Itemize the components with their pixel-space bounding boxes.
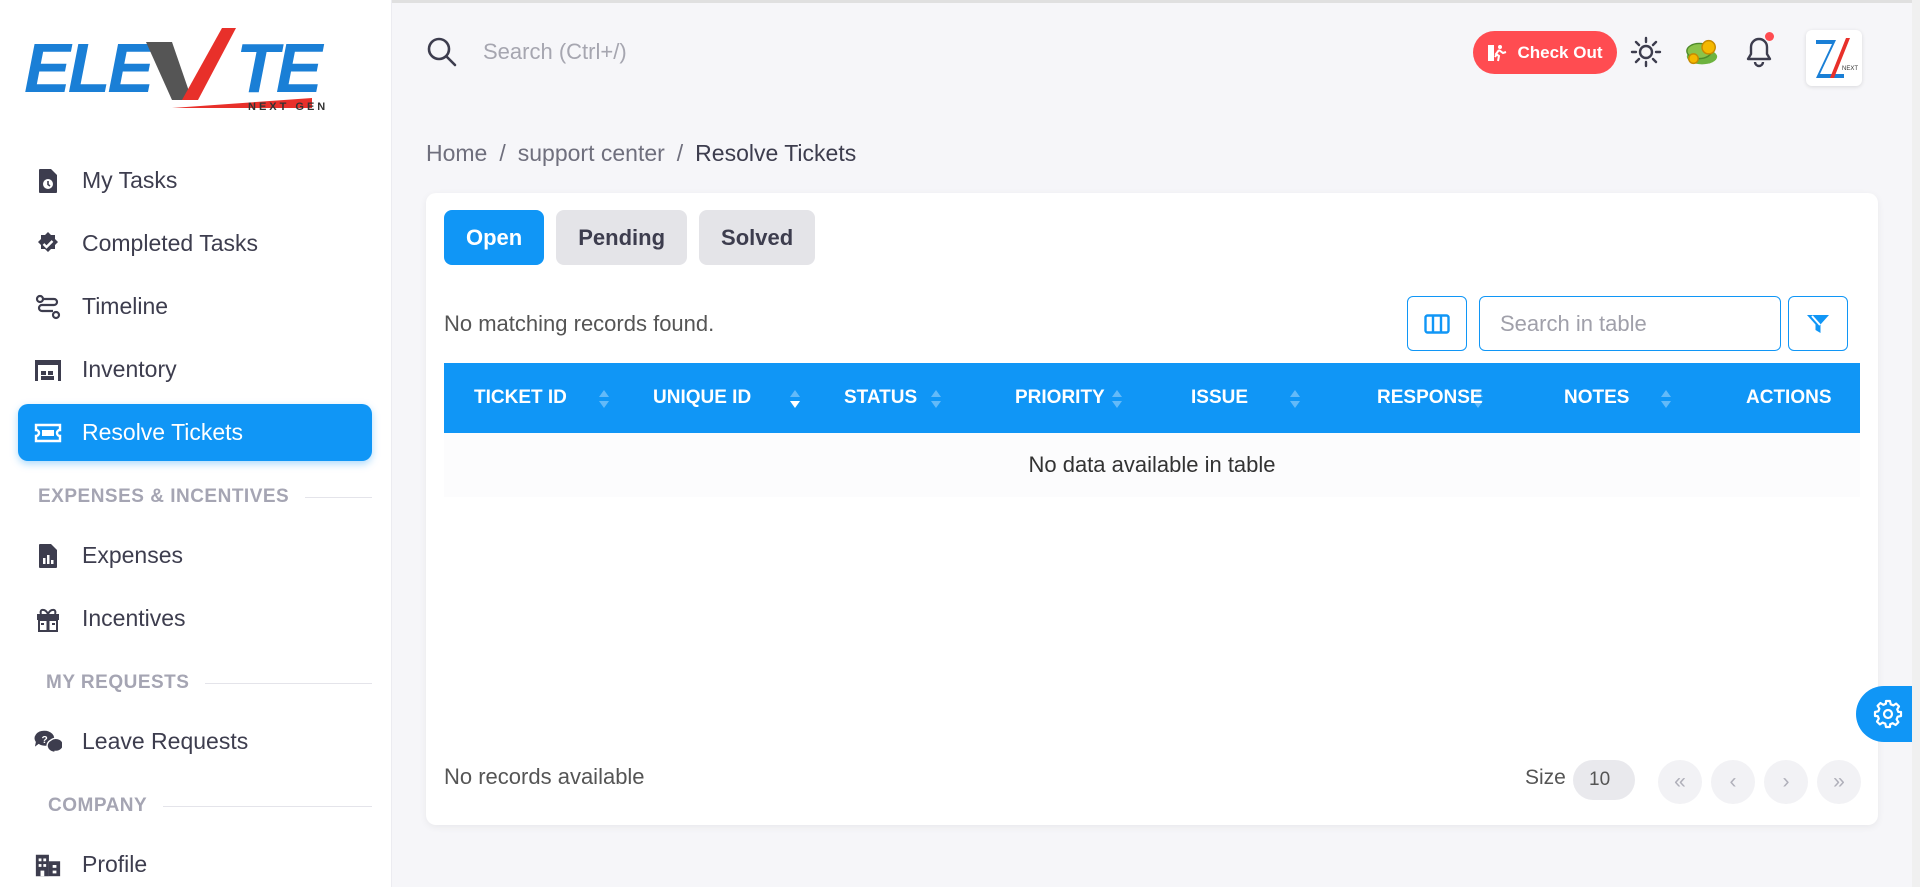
sidebar-item-label: Expenses xyxy=(82,542,184,568)
sort-icon[interactable] xyxy=(1111,389,1123,414)
sidebar-item-timeline[interactable]: Timeline xyxy=(18,278,372,335)
gear-icon xyxy=(1873,699,1903,729)
svg-text:ELE: ELE xyxy=(24,29,156,107)
table-search-input[interactable] xyxy=(1479,296,1781,351)
no-data-row: No data available in table xyxy=(444,433,1860,497)
footer-records-text: No records available xyxy=(444,764,645,789)
gift-icon xyxy=(34,605,62,633)
svg-text:TE: TE xyxy=(236,29,325,107)
sidebar-item-expenses[interactable]: Expenses xyxy=(18,527,372,584)
warehouse-icon xyxy=(34,356,62,384)
page-size-label: Size xyxy=(1525,766,1566,789)
sun-icon[interactable] xyxy=(1628,34,1664,70)
column-toggle-button[interactable] xyxy=(1407,296,1467,351)
tab-pending[interactable]: Pending xyxy=(556,210,688,265)
sort-icon[interactable] xyxy=(598,389,610,414)
breadcrumb-home[interactable]: Home xyxy=(426,140,487,166)
sidebar-item-label: Resolve Tickets xyxy=(82,419,244,445)
ticket-status-tabs: Open Pending Solved xyxy=(444,210,816,265)
tab-open[interactable]: Open xyxy=(444,210,545,265)
filter-icon xyxy=(1807,314,1829,333)
first-page-button[interactable]: « xyxy=(1658,760,1702,804)
section-label: COMPANY xyxy=(48,795,148,816)
prev-page-button[interactable]: ‹ xyxy=(1711,760,1755,804)
elevate-logo[interactable]: ELE TE NEXT GEN xyxy=(22,20,372,120)
sidebar-item-profile[interactable]: Profile xyxy=(18,836,372,887)
sort-icon[interactable] xyxy=(1660,389,1672,414)
sidebar-item-label: Incentives xyxy=(82,605,186,631)
sidebar-item-label: Leave Requests xyxy=(82,728,249,754)
page-size-select[interactable]: 10 xyxy=(1573,760,1635,800)
sidebar-item-label: Completed Tasks xyxy=(82,230,258,256)
sidebar-item-inventory[interactable]: Inventory xyxy=(18,341,372,398)
breadcrumb: Home / support center / Resolve Tickets xyxy=(426,140,857,166)
column-header-ticket-id[interactable]: TICKET ID xyxy=(474,363,567,433)
route-icon xyxy=(34,293,62,321)
building-icon xyxy=(34,851,62,879)
column-header-actions[interactable]: ACTIONS xyxy=(1746,363,1832,433)
svg-text:NEXT: NEXT xyxy=(1842,66,1858,72)
last-page-button[interactable]: » xyxy=(1817,760,1861,804)
sidebar-item-leave-requests[interactable]: ? Leave Requests xyxy=(18,713,372,770)
column-header-issue[interactable]: ISSUE xyxy=(1191,363,1248,433)
chat-question-icon: ? xyxy=(34,728,62,756)
sort-icon[interactable] xyxy=(1472,389,1484,414)
page-scrollbar[interactable] xyxy=(1912,0,1920,887)
search-icon[interactable] xyxy=(426,36,458,73)
money-icon[interactable] xyxy=(1684,34,1720,70)
column-header-unique-id[interactable]: UNIQUE ID xyxy=(653,363,751,433)
filter-button[interactable] xyxy=(1788,296,1848,351)
avatar[interactable]: NEXT xyxy=(1806,30,1862,86)
section-company: COMPANY xyxy=(18,776,372,836)
sidebar-item-incentives[interactable]: Incentives xyxy=(18,590,372,647)
sort-icon[interactable] xyxy=(930,389,942,414)
no-matching-records-text: No matching records found. xyxy=(444,311,715,336)
sidebar-item-label: My Tasks xyxy=(82,167,178,193)
check-out-button[interactable]: Check Out xyxy=(1473,31,1617,74)
sidebar-item-resolve-tickets[interactable]: Resolve Tickets xyxy=(18,404,372,461)
breadcrumb-support-center[interactable]: support center xyxy=(518,140,665,166)
column-header-priority[interactable]: PRIORITY xyxy=(1015,363,1105,433)
column-header-response[interactable]: RESPONSE xyxy=(1377,363,1483,433)
bell-icon[interactable] xyxy=(1741,32,1777,70)
notification-dot xyxy=(1765,32,1774,41)
sidebar-item-label: Profile xyxy=(82,851,148,877)
tickets-card: Open Pending Solved No matching records … xyxy=(426,193,1878,825)
global-search-input[interactable] xyxy=(483,36,883,68)
check-out-label: Check Out xyxy=(1517,42,1603,62)
sort-icon[interactable] xyxy=(789,389,801,414)
settings-button[interactable] xyxy=(1856,686,1920,742)
svg-text:NEXT GEN: NEXT GEN xyxy=(248,101,328,113)
column-header-status[interactable]: STATUS xyxy=(844,363,917,433)
column-header-notes[interactable]: NOTES xyxy=(1564,363,1629,433)
file-chart-icon xyxy=(34,542,62,570)
next-page-button[interactable]: › xyxy=(1764,760,1808,804)
sidebar-item-my-tasks[interactable]: My Tasks xyxy=(18,152,372,209)
section-label: EXPENSES & INCENTIVES xyxy=(38,486,290,507)
ticket-icon xyxy=(34,419,62,447)
running-exit-icon xyxy=(1488,44,1507,61)
sidebar-nav: My Tasks Completed Tasks Timeline Invent… xyxy=(18,152,372,887)
tab-solved[interactable]: Solved xyxy=(699,210,816,265)
breadcrumb-current: Resolve Tickets xyxy=(695,140,857,166)
sidebar-item-label: Inventory xyxy=(82,356,177,382)
file-clock-icon xyxy=(34,167,62,195)
badge-check-icon xyxy=(34,230,62,258)
sort-icon[interactable] xyxy=(1289,389,1301,414)
sidebar-item-completed-tasks[interactable]: Completed Tasks xyxy=(18,215,372,272)
section-label: MY REQUESTS xyxy=(46,672,190,693)
section-my-requests: MY REQUESTS xyxy=(18,653,372,713)
sidebar: ELE TE NEXT GEN My Tasks Completed Tasks… xyxy=(0,0,392,887)
section-expenses-incentives: EXPENSES & INCENTIVES xyxy=(18,467,372,527)
columns-icon xyxy=(1424,313,1450,334)
table-header: TICKET ID UNIQUE ID STATUS PRIORITY ISSUE RES… xyxy=(444,363,1860,433)
sidebar-item-label: Timeline xyxy=(82,293,169,319)
